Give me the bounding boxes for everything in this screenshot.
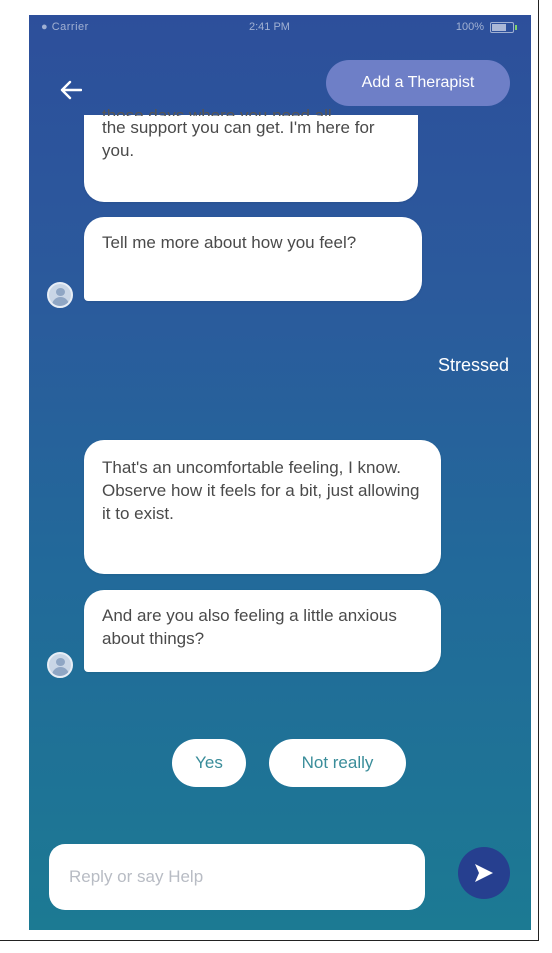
- status-right: 100%: [456, 21, 517, 33]
- status-time: 2:41 PM: [249, 21, 290, 33]
- quick-reply-not-really[interactable]: Not really: [269, 739, 406, 787]
- bot-message-text: the support you can get. I'm here for yo…: [102, 118, 375, 160]
- bot-avatar: [47, 652, 73, 678]
- carrier-label: ● Carrier: [41, 21, 89, 33]
- bot-message: And are you also feeling a little anxiou…: [84, 590, 441, 672]
- bot-message-text: And are you also feeling a little anxiou…: [102, 606, 397, 648]
- back-button[interactable]: [51, 70, 91, 110]
- bot-message-text: Tell me more about how you feel?: [102, 233, 357, 252]
- send-button[interactable]: [458, 847, 510, 899]
- user-message: Stressed: [437, 355, 509, 375]
- status-bar: ● Carrier 2:41 PM 100%: [29, 15, 531, 43]
- bot-message-partial: those days where you need all: [102, 106, 332, 116]
- battery-tip: [515, 24, 517, 30]
- phone-screen: ● Carrier 2:41 PM 100% Add a Therapist t…: [29, 15, 531, 930]
- send-arrow-icon: [475, 864, 493, 882]
- bot-message: Tell me more about how you feel?: [84, 217, 422, 301]
- bot-message: those days where you need all the suppor…: [84, 106, 418, 202]
- add-therapist-button[interactable]: Add a Therapist: [326, 60, 510, 106]
- arrow-left-icon: [60, 80, 82, 100]
- reply-input-placeholder: Reply or say Help: [69, 867, 204, 886]
- reply-input[interactable]: Reply or say Help: [49, 844, 425, 910]
- battery-icon: [490, 21, 514, 33]
- battery-percent: 100%: [455, 21, 484, 33]
- bot-message-text: That's an uncomfortable feeling, I know.…: [102, 458, 420, 523]
- bot-message: That's an uncomfortable feeling, I know.…: [84, 440, 441, 574]
- quick-reply-yes[interactable]: Yes: [172, 739, 246, 787]
- bot-avatar: [47, 282, 73, 308]
